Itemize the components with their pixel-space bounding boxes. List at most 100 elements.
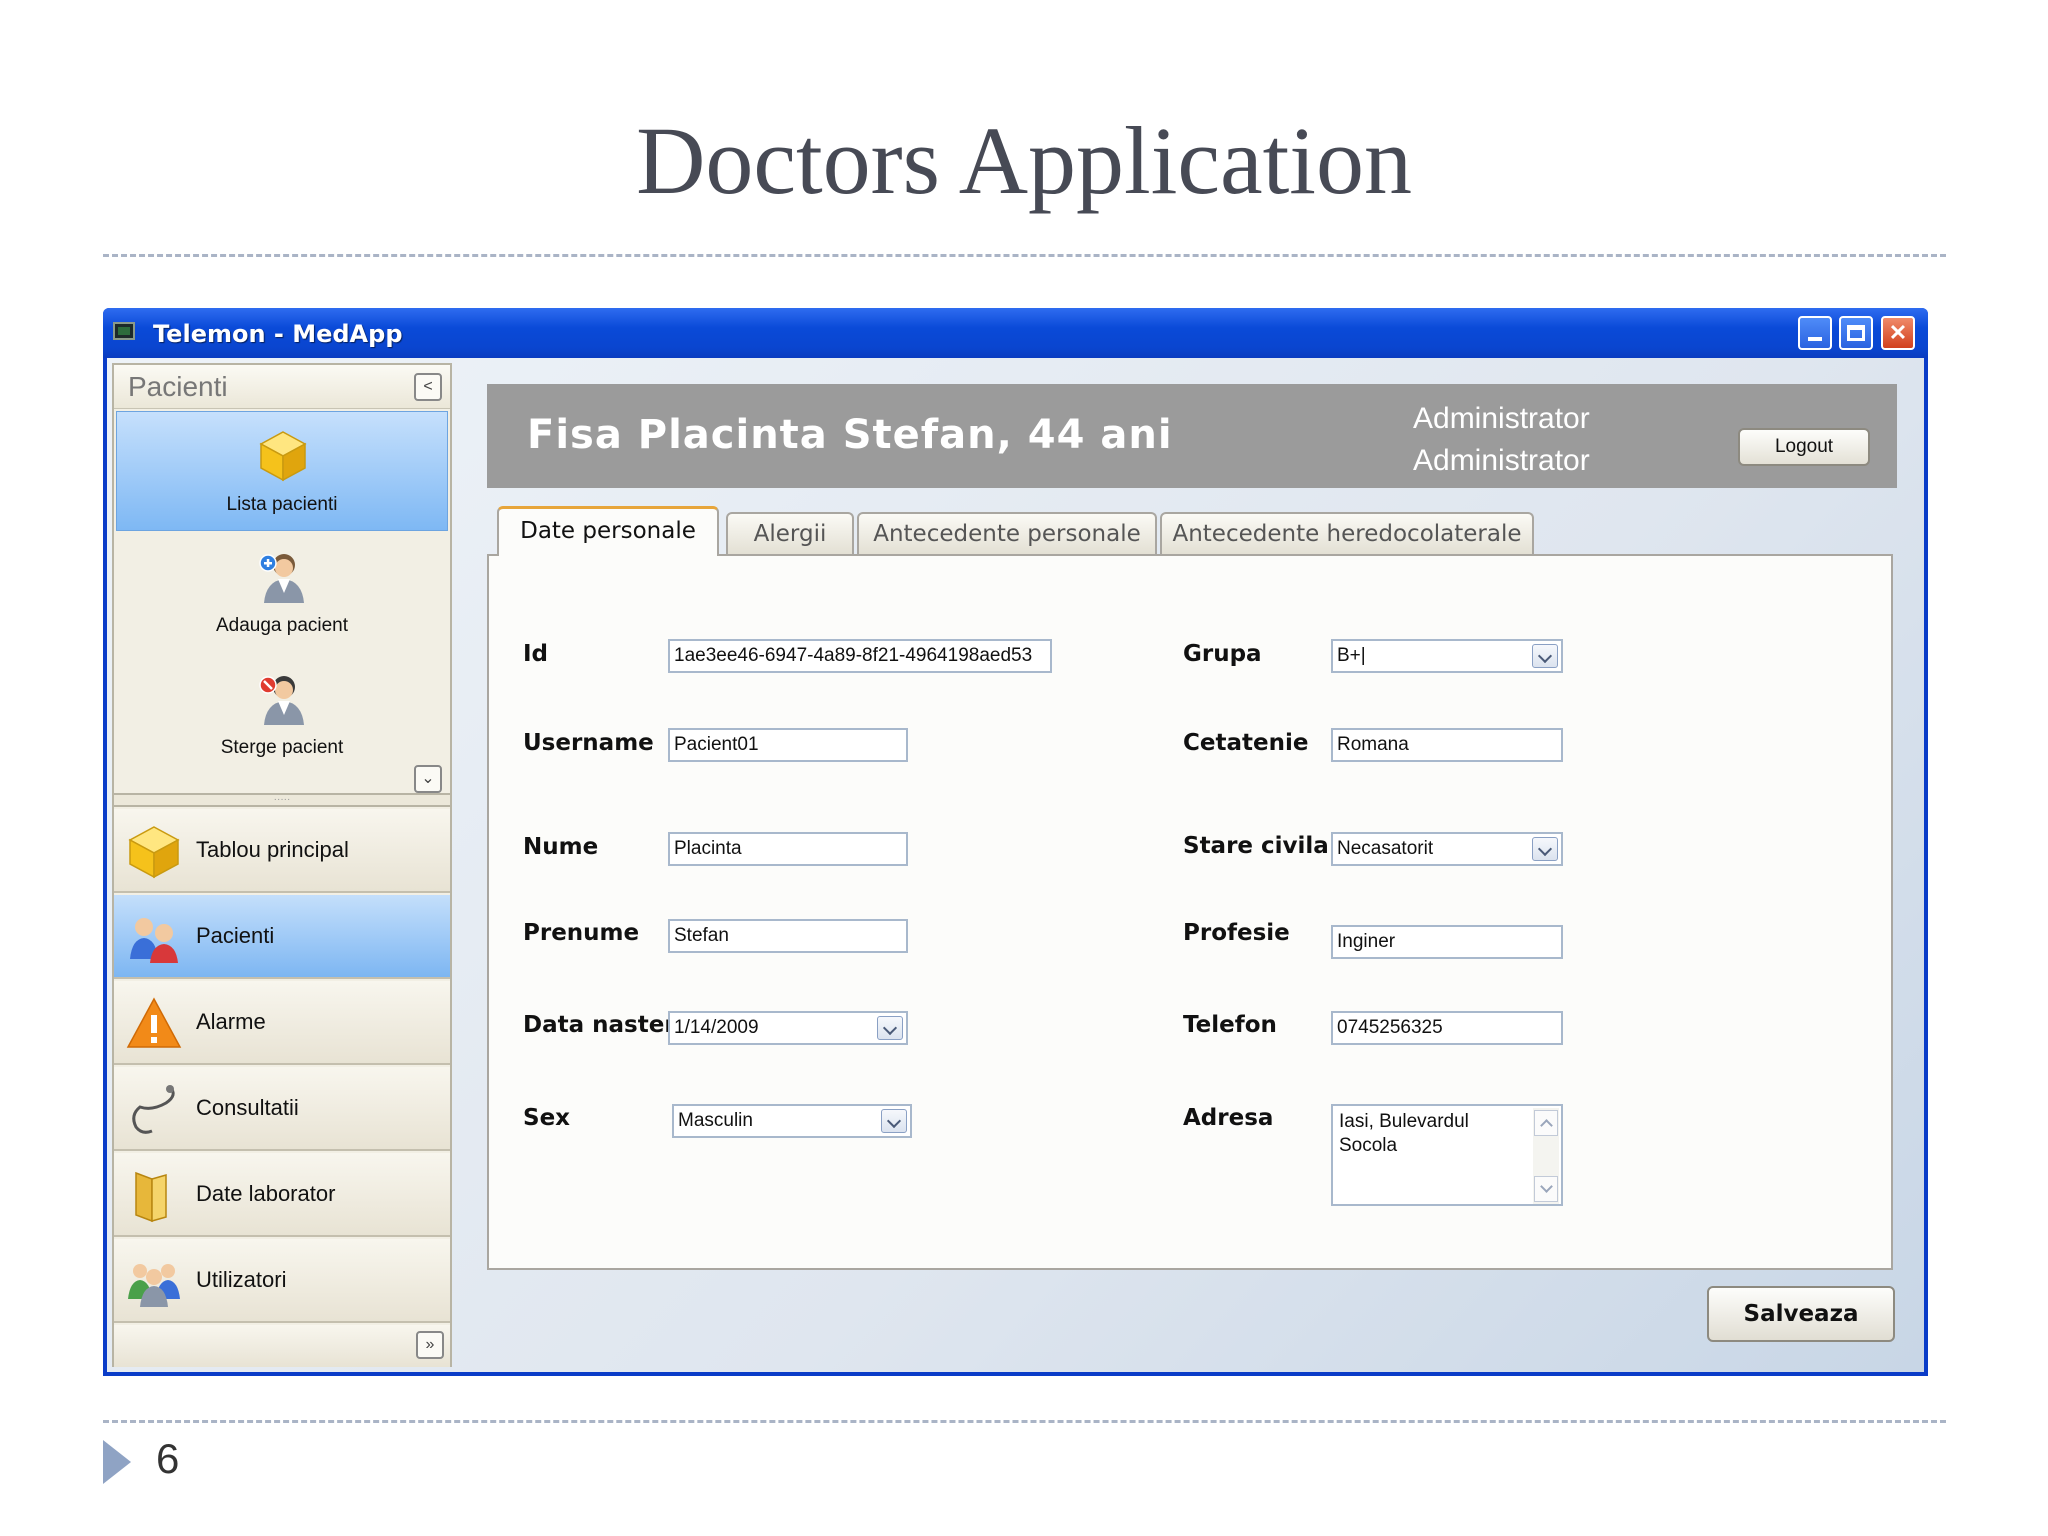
stare-civila-label: Stare civila	[1183, 833, 1329, 859]
username-field[interactable]: Pacient01	[668, 728, 908, 762]
nav-item-tablou-principal[interactable]: Tablou principal	[114, 809, 450, 893]
page-arrow-icon	[103, 1440, 131, 1484]
nav-header: Pacienti <	[114, 365, 450, 409]
scroll-down-button[interactable]: ⌄	[414, 765, 442, 793]
stare-civila-value: Necasatorit	[1337, 838, 1434, 859]
top-divider	[103, 254, 1946, 257]
chevron-left-icon: <	[423, 378, 433, 395]
chevron-down-icon[interactable]	[877, 1016, 903, 1040]
username-label: Username	[523, 730, 654, 756]
navigation-pane: Pacienti < Lista pacienti Adauga pacient…	[112, 363, 452, 1367]
nav-item-date-laborator[interactable]: Date laborator	[114, 1153, 450, 1237]
nav-item-utilizatori[interactable]: Utilizatori	[114, 1239, 450, 1323]
add-user-icon	[259, 554, 304, 603]
window-client: Pacienti < Lista pacienti Adauga pacient…	[107, 358, 1924, 1372]
telefon-field[interactable]: 0745256325	[1331, 1011, 1563, 1045]
sub-item-sterge-pacient[interactable]: Sterge pacient	[116, 655, 448, 775]
splitter-grip[interactable]: ·····	[114, 793, 450, 807]
slide: Doctors Application Telemon - MedApp ✕ P…	[0, 0, 2048, 1536]
cetatenie-label: Cetatenie	[1183, 730, 1309, 756]
nume-label: Nume	[523, 834, 599, 860]
folder-icon	[135, 1171, 167, 1223]
data-nasterii-value: 1/14/2009	[674, 1017, 759, 1038]
nume-field[interactable]: Placinta	[668, 832, 908, 866]
save-button[interactable]: Salveaza	[1707, 1286, 1895, 1342]
chevron-down-icon: ⌄	[421, 770, 435, 787]
close-button[interactable]: ✕	[1881, 316, 1915, 350]
remove-user-icon	[259, 676, 304, 725]
double-chevron-icon: »	[425, 1336, 435, 1353]
adresa-line-1: Iasi, Bulevardul	[1339, 1111, 1469, 1132]
minimize-button[interactable]	[1798, 316, 1832, 350]
data-nasterii-label: Data nasterii	[523, 1012, 692, 1038]
sub-item-adauga-pacient[interactable]: Adauga pacient	[116, 533, 448, 653]
nav-item-label: Date laborator	[196, 1181, 336, 1206]
data-nasterii-picker[interactable]: 1/14/2009	[668, 1011, 908, 1045]
maximize-button[interactable]	[1839, 316, 1873, 350]
maximize-icon	[1847, 325, 1865, 341]
adresa-scrollbar[interactable]	[1533, 1108, 1559, 1204]
tab-antecedente-heredocolaterale[interactable]: Antecedente heredocolaterale	[1160, 512, 1534, 554]
nav-section-title: Pacienti	[128, 371, 228, 402]
prenume-field[interactable]: Stefan	[668, 919, 908, 953]
nav-item-label: Pacienti	[196, 923, 275, 948]
app-monitor-icon	[113, 322, 135, 340]
sub-item-lista-pacienti[interactable]: Lista pacienti	[116, 411, 448, 531]
chevron-down-icon[interactable]	[1532, 837, 1558, 861]
adresa-line-2: Socola	[1339, 1135, 1398, 1156]
page-number: 6	[156, 1435, 180, 1482]
chevron-down-icon[interactable]	[881, 1109, 907, 1133]
id-field[interactable]: 1ae3ee46-6947-4a89-8f21-4964198aed53	[668, 639, 1052, 673]
tab-antecedente-personale[interactable]: Antecedente personale	[857, 512, 1157, 554]
cube-icon	[259, 431, 307, 482]
patient-title: Fisa Placinta Stefan, 44 ani	[527, 412, 1173, 458]
minimize-icon	[1808, 337, 1822, 341]
title-bar[interactable]: Telemon - MedApp ✕	[103, 308, 1928, 358]
user-role: Administrator	[1413, 402, 1590, 435]
user-name: Administrator	[1413, 444, 1590, 477]
cetatenie-field[interactable]: Romana	[1331, 728, 1563, 762]
nav-item-label: Utilizatori	[196, 1267, 287, 1292]
patients-icon	[130, 918, 178, 963]
stare-civila-select[interactable]: Necasatorit	[1331, 832, 1563, 866]
tab-date-personale[interactable]: Date personale	[497, 506, 719, 556]
sub-item-label: Sterge pacient	[220, 737, 344, 758]
profesie-field[interactable]: Inginer	[1331, 925, 1563, 959]
sex-select[interactable]: Masculin	[672, 1104, 912, 1138]
logout-button[interactable]: Logout	[1738, 428, 1870, 466]
cube-icon	[128, 826, 180, 879]
scroll-down-icon[interactable]	[1534, 1176, 1558, 1202]
grupa-label: Grupa	[1183, 641, 1262, 667]
slide-title: Doctors Application	[636, 107, 1412, 214]
app-window: Telemon - MedApp ✕ Pacienti < Lista paci…	[103, 308, 1928, 1376]
window-title: Telemon - MedApp	[153, 320, 403, 348]
sex-value: Masculin	[678, 1110, 753, 1131]
tab-alergii[interactable]: Alergii	[726, 512, 854, 554]
nav-item-consultatii[interactable]: Consultatii	[114, 1067, 450, 1151]
sub-item-label: Adauga pacient	[215, 615, 349, 636]
id-label: Id	[523, 641, 549, 667]
nav-item-label: Alarme	[196, 1009, 266, 1034]
nav-item-pacienti[interactable]: Pacienti	[114, 895, 450, 979]
collapse-nav-button[interactable]: <	[414, 373, 442, 401]
patient-header: Fisa Placinta Stefan, 44 ani Administrat…	[487, 384, 1897, 488]
adresa-textarea[interactable]: Iasi, Bulevardul Socola	[1331, 1104, 1563, 1206]
nav-item-label: Consultatii	[196, 1095, 299, 1120]
bottom-divider	[103, 1420, 1946, 1423]
stethoscope-icon	[132, 1085, 175, 1134]
grupa-value: B+|	[1337, 645, 1366, 666]
grupa-select[interactable]: B+|	[1331, 639, 1563, 673]
scroll-up-icon[interactable]	[1534, 1110, 1558, 1136]
close-icon: ✕	[1888, 320, 1908, 345]
more-nav-button[interactable]: »	[416, 1331, 444, 1359]
nav-item-alarme[interactable]: Alarme	[114, 981, 450, 1065]
nav-footer: »	[114, 1325, 450, 1367]
profesie-label: Profesie	[1183, 920, 1290, 946]
warning-icon	[126, 997, 182, 1048]
nav-item-label: Tablou principal	[196, 837, 349, 862]
sub-item-label: Lista pacienti	[226, 494, 338, 515]
users-icon	[128, 1264, 180, 1307]
adresa-label: Adresa	[1183, 1105, 1274, 1131]
prenume-label: Prenume	[523, 920, 640, 946]
chevron-down-icon[interactable]	[1532, 644, 1558, 668]
